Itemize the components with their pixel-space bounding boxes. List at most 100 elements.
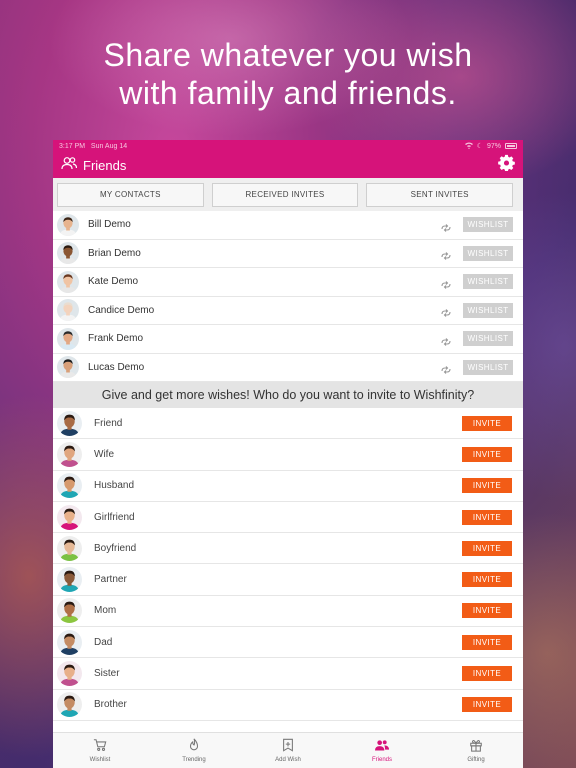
page-title: Friends (83, 157, 127, 173)
contact-name: Frank Demo (88, 333, 144, 345)
wishlist-button[interactable]: WISHLIST (463, 359, 513, 375)
link-icon[interactable] (441, 277, 451, 289)
contact-row[interactable]: Frank Demo WISHLIST (53, 325, 523, 354)
avatar (57, 473, 82, 499)
invite-row: Brother INVITE (53, 689, 523, 721)
link-icon[interactable] (441, 362, 451, 375)
avatar (57, 270, 79, 293)
tabbar-label: Trending (182, 757, 206, 763)
invite-row: Husband INVITE (53, 470, 523, 502)
invite-label: Brother (94, 699, 127, 711)
flame-icon (187, 738, 201, 754)
tabbar-wishlist[interactable]: Wishlist (53, 733, 147, 768)
wishlist-button[interactable]: WISHLIST (463, 274, 513, 290)
invite-row: Boyfriend INVITE (53, 533, 523, 565)
moon-icon: ☾ (476, 143, 483, 150)
avatar (57, 598, 82, 624)
avatar (57, 356, 79, 379)
wifi-icon (464, 142, 473, 151)
invite-label: Friend (94, 417, 123, 429)
battery-percent: 97% (486, 142, 501, 150)
invite-row: Sister INVITE (53, 658, 523, 690)
contact-row[interactable]: Brian Demo WISHLIST (53, 239, 523, 268)
contact-name: Candice Demo (88, 304, 155, 316)
status-bar: 3:17 PM Sun Aug 14 ☾ 97% (53, 140, 523, 152)
invite-label: Sister (94, 668, 120, 680)
invite-button[interactable]: INVITE (462, 697, 512, 713)
invite-label: Husband (94, 480, 135, 492)
wishlist-button[interactable]: WISHLIST (463, 331, 513, 347)
invite-button[interactable]: INVITE (462, 509, 512, 525)
status-time: 3:17 PM (59, 142, 86, 150)
contact-row[interactable]: Bill Demo WISHLIST (53, 211, 523, 240)
avatar (57, 327, 79, 350)
tabbar-label: Wishlist (89, 757, 111, 763)
battery-icon (505, 143, 517, 149)
wishlist-button[interactable]: WISHLIST (463, 302, 513, 318)
avatar (57, 567, 82, 593)
avatar (57, 629, 82, 655)
invite-button[interactable]: INVITE (462, 666, 512, 682)
add-wish-icon (281, 738, 295, 754)
contact-row[interactable]: Candice Demo WISHLIST (53, 296, 523, 325)
avatar (57, 299, 79, 322)
contact-row[interactable]: Lucas Demo WISHLIST (53, 353, 523, 382)
contact-name: Lucas Demo (88, 361, 145, 373)
avatar (57, 242, 79, 265)
invite-row: Girlfriend INVITE (53, 501, 523, 534)
friends-icon (375, 738, 389, 754)
invite-row: Mom INVITE (53, 595, 523, 628)
invite-row: Dad INVITE (53, 627, 523, 659)
promo-headline: Share whatever you wish with family and … (0, 36, 576, 112)
invite-label: Dad (94, 636, 113, 648)
tabbar-friends[interactable]: Friends (335, 733, 429, 768)
bottom-tab-bar: Wishlist Trending Add Wish Friends Gifti… (53, 732, 523, 768)
gift-icon (469, 738, 483, 754)
tabbar-gifting[interactable]: Gifting (429, 733, 523, 768)
link-icon[interactable] (441, 305, 451, 318)
invite-button[interactable]: INVITE (462, 446, 512, 462)
tab-my-contacts[interactable]: MY CONTACTS (57, 182, 204, 207)
invite-button[interactable]: INVITE (462, 540, 512, 556)
invite-banner: Give and get more wishes! Who do you wan… (53, 382, 523, 408)
contact-name: Brian Demo (88, 247, 141, 259)
settings-button[interactable] (497, 154, 515, 174)
invite-label: Partner (94, 574, 127, 586)
invite-list: Friend INVITE Wife INVITE Husband INVITE Girlf… (53, 408, 523, 721)
tabbar-label: Friends (371, 757, 392, 763)
avatar (57, 213, 79, 236)
status-date: Sun Aug 14 (90, 142, 128, 150)
invite-button[interactable]: INVITE (462, 478, 512, 494)
invite-button[interactable]: INVITE (462, 603, 512, 619)
wishlist-button[interactable]: WISHLIST (463, 245, 513, 261)
wishlist-button[interactable]: WISHLIST (463, 217, 513, 233)
contact-name: Bill Demo (88, 219, 131, 231)
cart-icon (93, 738, 107, 754)
headline-line-2: with family and friends. (119, 75, 457, 111)
invite-button[interactable]: INVITE (462, 634, 512, 650)
invite-row: Wife INVITE (53, 439, 523, 471)
friends-icon (61, 156, 78, 175)
invite-button[interactable]: INVITE (462, 572, 512, 588)
tab-received-invites[interactable]: RECEIVED INVITES (211, 182, 359, 207)
headline-line-1: Share whatever you wish (103, 37, 473, 73)
tab-sent-invites[interactable]: SENT INVITES (366, 182, 514, 207)
friends-tabs: MY CONTACTS RECEIVED INVITES SENT INVITE… (53, 178, 523, 211)
tabbar-trending[interactable]: Trending (147, 733, 241, 768)
invite-row: Partner INVITE (53, 564, 523, 596)
link-icon[interactable] (441, 220, 451, 232)
tabbar-add-wish[interactable]: Add Wish (241, 733, 335, 768)
invite-button[interactable]: INVITE (462, 415, 512, 431)
invite-row: Friend INVITE (53, 408, 523, 440)
link-icon[interactable] (441, 248, 451, 261)
app-screen: 3:17 PM Sun Aug 14 ☾ 97% Friends MY CONT… (53, 140, 523, 768)
invite-label: Boyfriend (94, 542, 137, 554)
tabbar-label: Add Wish (275, 757, 301, 763)
contact-row[interactable]: Kate Demo WISHLIST (53, 268, 523, 297)
avatar (57, 410, 82, 436)
link-icon[interactable] (441, 334, 451, 346)
app-header: Friends (53, 152, 523, 178)
avatar (57, 661, 82, 687)
avatar (57, 504, 82, 530)
invite-label: Girlfriend (94, 511, 135, 523)
